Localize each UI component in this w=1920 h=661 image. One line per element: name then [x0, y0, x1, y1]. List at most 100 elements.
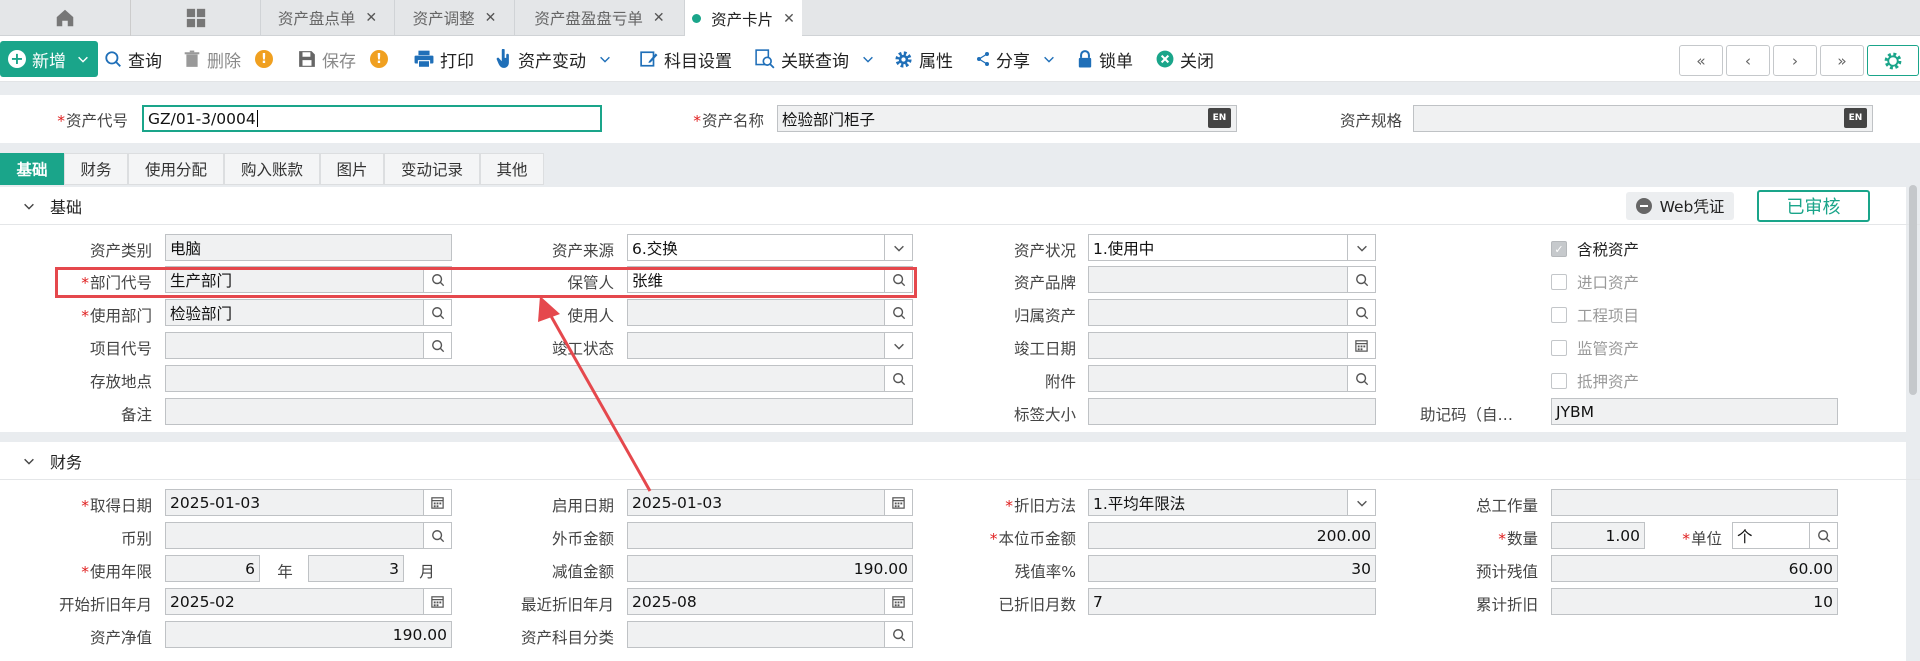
home-tab[interactable]: [0, 0, 130, 36]
dropdown-arrow[interactable]: [1347, 489, 1376, 516]
asset-spec-input[interactable]: [1413, 105, 1873, 132]
subject-class-input[interactable]: [627, 621, 913, 648]
custodian-lookup[interactable]: [884, 266, 913, 293]
depr-method-select[interactable]: 1.平均年限法: [1088, 489, 1376, 516]
impairment-input[interactable]: 190.00: [627, 555, 913, 582]
dept-code-lookup[interactable]: [423, 266, 452, 293]
chevron-down-icon[interactable]: [76, 52, 90, 66]
tax-included-checkbox[interactable]: ✓ 含税资产: [1551, 238, 1639, 260]
remark-input[interactable]: [165, 398, 913, 425]
imported-asset-checkbox[interactable]: 进口资产: [1551, 271, 1639, 293]
last-record-button[interactable]: »: [1820, 45, 1864, 76]
tab-asset-card[interactable]: 资产卡片 ✕: [684, 0, 802, 37]
asset-brand-input[interactable]: [1088, 266, 1376, 293]
close-icon[interactable]: ✕: [783, 11, 795, 27]
location-input[interactable]: [165, 365, 913, 392]
attachment-lookup[interactable]: [1347, 365, 1376, 392]
close-icon[interactable]: ✕: [485, 10, 497, 26]
tab-finance[interactable]: 财务: [64, 153, 128, 185]
custodian-input[interactable]: 张维: [627, 266, 913, 293]
asset-source-select[interactable]: 6.交换: [627, 234, 913, 261]
dept-code-input[interactable]: 生产部门: [165, 266, 452, 293]
asset-status-select[interactable]: 1.使用中: [1088, 234, 1376, 261]
acquire-date-input[interactable]: 2025-01-03: [165, 489, 452, 516]
use-dept-input[interactable]: 检验部门: [165, 299, 452, 326]
translate-icon[interactable]: EN: [1208, 108, 1231, 128]
new-button[interactable]: + 新增: [0, 41, 98, 77]
subject-class-lookup[interactable]: [884, 621, 913, 648]
mortgaged-asset-checkbox[interactable]: 抵押资产: [1551, 370, 1639, 392]
use-dept-lookup[interactable]: [423, 299, 452, 326]
attachment-input[interactable]: [1088, 365, 1376, 392]
dropdown-arrow[interactable]: [884, 332, 913, 359]
parent-asset-input[interactable]: [1088, 299, 1376, 326]
close-icon[interactable]: ✕: [365, 10, 377, 26]
tab-images[interactable]: 图片: [320, 153, 384, 185]
est-salvage-input[interactable]: 60.00: [1551, 555, 1838, 582]
vertical-scrollbar[interactable]: [1909, 185, 1917, 395]
last-depr-input[interactable]: 2025-08: [627, 588, 913, 615]
supervised-asset-checkbox[interactable]: 监管资产: [1551, 337, 1639, 359]
asset-brand-lookup[interactable]: [1347, 266, 1376, 293]
depr-months-input[interactable]: 7: [1088, 588, 1376, 615]
asset-code-input[interactable]: GZ/01-3/0004: [142, 105, 602, 132]
prev-record-button[interactable]: ‹: [1726, 45, 1770, 76]
tab-purchase-payables[interactable]: 购入账款: [224, 153, 320, 185]
calendar-button[interactable]: [1347, 332, 1376, 359]
calendar-button[interactable]: [884, 489, 913, 516]
tab-asset-surplus-loss[interactable]: 资产盘盈盘亏单 ✕: [514, 0, 684, 36]
currency-input[interactable]: [165, 522, 452, 549]
project-code-input[interactable]: [165, 332, 452, 359]
tab-usage-allocation[interactable]: 使用分配: [128, 153, 224, 185]
web-voucher-button[interactable]: Web凭证: [1626, 192, 1734, 220]
user-input[interactable]: [627, 299, 913, 326]
calendar-button[interactable]: [423, 489, 452, 516]
project-code-lookup[interactable]: [423, 332, 452, 359]
accum-depr-input[interactable]: 10: [1551, 588, 1838, 615]
parent-asset-lookup[interactable]: [1347, 299, 1376, 326]
calendar-button[interactable]: [884, 588, 913, 615]
next-record-button[interactable]: ›: [1773, 45, 1817, 76]
user-lookup[interactable]: [884, 299, 913, 326]
location-lookup[interactable]: [884, 365, 913, 392]
depr-start-input[interactable]: 2025-02: [165, 588, 452, 615]
close-button[interactable]: 关闭: [1156, 36, 1214, 82]
net-value-input[interactable]: 190.00: [165, 621, 452, 648]
related-query-button[interactable]: 关联查询: [755, 36, 875, 82]
mnemonic-input[interactable]: JYBM: [1551, 398, 1838, 425]
dropdown-arrow[interactable]: [884, 234, 913, 261]
delete-button[interactable]: 删除 !: [183, 36, 273, 82]
useful-life-years-input[interactable]: 6: [165, 555, 260, 582]
completion-status-select[interactable]: [627, 332, 913, 359]
tab-asset-inventory[interactable]: 资产盘点单 ✕: [260, 0, 394, 36]
currency-lookup[interactable]: [423, 522, 452, 549]
finance-section-header[interactable]: 财务: [0, 442, 1920, 480]
asset-category-input[interactable]: 电脑: [165, 234, 452, 261]
completion-date-input[interactable]: [1088, 332, 1376, 359]
tab-asset-adjustment[interactable]: 资产调整 ✕: [394, 0, 514, 36]
total-workload-input[interactable]: [1551, 489, 1838, 516]
salvage-rate-input[interactable]: 30: [1088, 555, 1376, 582]
label-size-input[interactable]: [1088, 398, 1376, 425]
apps-grid-tab[interactable]: [130, 0, 260, 36]
enable-date-input[interactable]: 2025-01-03: [627, 489, 913, 516]
first-record-button[interactable]: «: [1679, 45, 1723, 76]
calendar-button[interactable]: [423, 588, 452, 615]
close-icon[interactable]: ✕: [653, 10, 665, 26]
settings-button[interactable]: [1867, 45, 1919, 76]
useful-life-months-input[interactable]: 3: [308, 555, 404, 582]
quantity-input[interactable]: 1.00: [1551, 522, 1645, 549]
print-button[interactable]: 打印: [414, 36, 474, 82]
asset-change-button[interactable]: 资产变动: [496, 36, 612, 82]
lock-button[interactable]: 锁单: [1077, 36, 1133, 82]
tab-basic[interactable]: 基础: [0, 153, 64, 185]
properties-button[interactable]: 属性: [894, 36, 953, 82]
dropdown-arrow[interactable]: [1347, 234, 1376, 261]
share-button[interactable]: 分享: [976, 36, 1056, 82]
translate-icon[interactable]: EN: [1844, 108, 1867, 128]
local-amount-input[interactable]: 200.00: [1088, 522, 1376, 549]
query-button[interactable]: 查询: [104, 36, 162, 82]
engineering-project-checkbox[interactable]: 工程项目: [1551, 304, 1639, 326]
asset-name-input[interactable]: 检验部门柜子: [777, 105, 1237, 132]
foreign-amount-input[interactable]: [627, 522, 913, 549]
